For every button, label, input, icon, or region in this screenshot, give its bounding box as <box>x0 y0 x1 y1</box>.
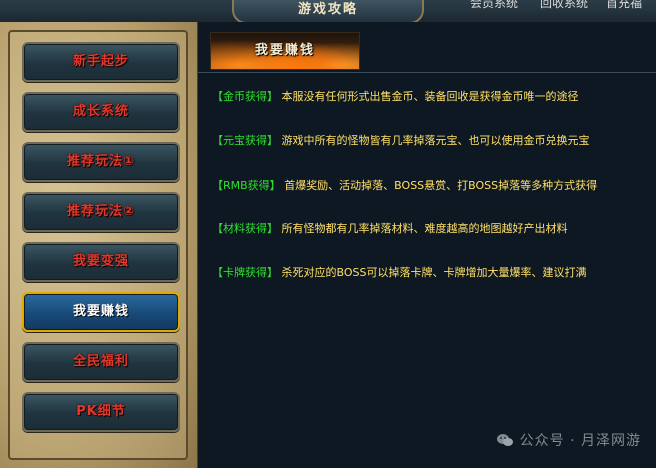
entry-description: 所有怪物都有几率掉落材料、难度越高的地图越好产出材料 <box>281 222 568 235</box>
sidebar-item-label: 推荐玩法② <box>66 204 135 219</box>
info-entry-gold: 【金币获得】 本服没有任何形式出售金币、装备回收是获得金币唯一的途径 <box>212 88 579 104</box>
sidebar-item-label: 成长系统 <box>72 104 129 119</box>
sidebar: 新手起步 成长系统 推荐玩法① 推荐玩法② 我要变强 我要赚钱 全民福利 PK细… <box>0 22 197 468</box>
sidebar-item-label: PK细节 <box>76 404 126 419</box>
watermark-text: 公众号 · 月泽网游 <box>519 433 641 449</box>
sidebar-item-beginner[interactable]: 新手起步 <box>22 42 180 82</box>
sidebar-item-earn-money[interactable]: 我要赚钱 <box>22 292 180 332</box>
page-title: 游戏攻略 <box>232 0 424 24</box>
wechat-icon <box>496 434 513 446</box>
entry-description: 游戏中所有的怪物皆有几率掉落元宝、也可以使用金币兑换元宝 <box>281 134 590 147</box>
main-content: 我要赚钱 【金币获得】 本服没有任何形式出售金币、装备回收是获得金币唯一的途径 … <box>197 22 656 468</box>
entry-label: 【元宝获得】 <box>212 134 278 147</box>
watermark: 公众号 · 月泽网游 <box>496 430 641 450</box>
sidebar-item-label: 我要变强 <box>72 254 129 269</box>
sidebar-item-growth[interactable]: 成长系统 <box>22 92 180 132</box>
entry-label: 【RMB获得】 <box>212 179 281 192</box>
sidebar-item-label: 推荐玩法① <box>66 154 135 169</box>
top-tab-cut-1[interactable]: 会员系统 <box>470 0 518 11</box>
sidebar-item-label: 新手起步 <box>72 54 129 69</box>
info-entry-cards: 【卡牌获得】 杀死对应的BOSS可以掉落卡牌、卡牌增加大量爆率、建议打满 <box>212 264 586 280</box>
section-header: 我要赚钱 <box>198 30 656 73</box>
sidebar-item-recommended-1[interactable]: 推荐玩法① <box>22 142 180 182</box>
top-tab-cut-2[interactable]: 回收系统 <box>540 0 588 11</box>
top-header: 会员系统 回收系统 首充福 游戏攻略 <box>0 0 656 24</box>
sidebar-item-pk-details[interactable]: PK细节 <box>22 392 180 432</box>
entry-description: 首爆奖励、活动掉落、BOSS悬赏、打BOSS掉落等多种方式获得 <box>284 179 598 192</box>
top-tab-cut-3[interactable]: 首充福 <box>606 0 642 11</box>
info-entry-yuanbao: 【元宝获得】 游戏中所有的怪物皆有几率掉落元宝、也可以使用金币兑换元宝 <box>212 132 590 148</box>
entry-description: 杀死对应的BOSS可以掉落卡牌、卡牌增加大量爆率、建议打满 <box>281 266 587 279</box>
section-title: 我要赚钱 <box>254 43 315 58</box>
flame-banner: 我要赚钱 <box>210 32 360 70</box>
info-entry-materials: 【材料获得】 所有怪物都有几率掉落材料、难度越高的地图越好产出材料 <box>212 220 568 236</box>
info-entry-rmb: 【RMB获得】 首爆奖励、活动掉落、BOSS悬赏、打BOSS掉落等多种方式获得 <box>212 177 597 193</box>
entry-label: 【卡牌获得】 <box>212 266 278 279</box>
sidebar-item-recommended-2[interactable]: 推荐玩法② <box>22 192 180 232</box>
sidebar-item-welfare[interactable]: 全民福利 <box>22 342 180 382</box>
sidebar-item-label: 我要赚钱 <box>72 304 129 319</box>
sidebar-item-get-stronger[interactable]: 我要变强 <box>22 242 180 282</box>
entry-label: 【材料获得】 <box>212 222 278 235</box>
entry-description: 本服没有任何形式出售金币、装备回收是获得金币唯一的途径 <box>281 90 579 103</box>
entry-label: 【金币获得】 <box>212 90 278 103</box>
sidebar-item-label: 全民福利 <box>72 354 129 369</box>
